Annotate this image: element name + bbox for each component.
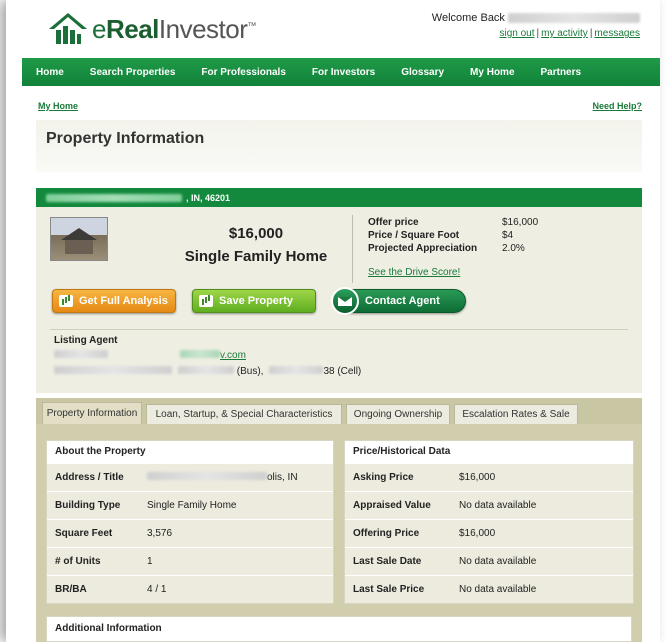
- offer-row: Price / Square Foot $4: [368, 230, 514, 241]
- table-row: Last Sale Price No data available: [345, 575, 633, 603]
- breadcrumb-my-home[interactable]: My Home: [38, 101, 78, 111]
- logo[interactable]: eRealInvestor™: [48, 12, 256, 46]
- cell-label: 38 (Cell): [323, 366, 362, 377]
- table-row: Square Feet 3,576: [47, 519, 333, 547]
- table-row: Offering Price $16,000: [345, 519, 633, 547]
- get-full-analysis-button[interactable]: Get Full Analysis: [52, 289, 176, 313]
- nav-for-investors[interactable]: For Investors: [299, 67, 388, 78]
- user-links: sign out | my activity | messages: [499, 28, 641, 39]
- nav-search-properties[interactable]: Search Properties: [77, 67, 189, 78]
- page: eRealInvestor™ Welcome Back sign out | my …: [6, 0, 660, 642]
- nav-my-home[interactable]: My Home: [457, 67, 527, 78]
- agent-name-email: v.com: [54, 350, 246, 361]
- address-redacted: [46, 193, 182, 202]
- property-summary: $16,000 Single Family Home Offer price $1…: [36, 207, 642, 393]
- logo-wordmark: eRealInvestor™: [92, 13, 256, 44]
- messages-link[interactable]: messages: [594, 28, 640, 39]
- bus-phone-redacted: [178, 366, 234, 374]
- card-heading: Price/Historical Data: [345, 441, 633, 463]
- sign-out-link[interactable]: sign out: [500, 28, 535, 39]
- title-box: Property Information: [36, 120, 642, 172]
- table-row: BR/BA 4 / 1: [47, 575, 333, 603]
- listing-agent-heading: Listing Agent: [54, 335, 118, 346]
- address-bar: , IN, 46201: [36, 188, 642, 207]
- about-property-card: About the Property Address / Title olis, …: [46, 440, 334, 604]
- user-email-redacted: [508, 13, 640, 24]
- table-row: Appraised Value No data available: [345, 491, 633, 519]
- table-row: Address / Title olis, IN: [47, 463, 333, 491]
- divider: [352, 215, 353, 283]
- page-title: Property Information: [46, 130, 205, 147]
- property-photo[interactable]: [50, 217, 108, 261]
- listing-price: $16,000: [228, 225, 284, 242]
- nav-partners[interactable]: Partners: [528, 67, 595, 78]
- table-row: # of Units 1: [47, 547, 333, 575]
- tab-escalation-rates[interactable]: Escalation Rates & Sale: [454, 404, 578, 424]
- divider: [50, 329, 628, 330]
- cell-phone-redacted: [269, 366, 324, 374]
- offer-row: Offer price $16,000: [368, 217, 539, 228]
- my-activity-link[interactable]: my activity: [541, 28, 588, 39]
- address-suffix: , IN, 46201: [186, 192, 231, 203]
- agent-name-redacted: [54, 350, 108, 358]
- envelope-icon: [331, 287, 359, 315]
- table-row: Asking Price $16,000: [345, 463, 633, 491]
- offer-row: Projected Appreciation 2.0%: [368, 243, 525, 254]
- nav-home[interactable]: Home: [22, 67, 77, 78]
- nav-glossary[interactable]: Glossary: [388, 67, 457, 78]
- need-help-link[interactable]: Need Help?: [592, 101, 642, 111]
- tab-property-information[interactable]: Property Information: [42, 402, 142, 424]
- card-heading: About the Property: [47, 441, 333, 463]
- chart-icon: [59, 295, 73, 307]
- price-history-card: Price/Historical Data Asking Price $16,00…: [344, 440, 634, 604]
- main-nav: Home Search Properties For Professionals…: [22, 58, 660, 86]
- agent-email-redacted: [180, 350, 220, 358]
- nav-for-professionals[interactable]: For Professionals: [188, 67, 298, 78]
- tab-ongoing-ownership[interactable]: Ongoing Ownership: [346, 404, 450, 424]
- welcome-text: Welcome Back: [431, 12, 505, 24]
- details-tabs: Property Information Loan, Startup, & Sp…: [36, 398, 642, 642]
- property-type: Single Family Home: [184, 248, 328, 265]
- chart-icon: [199, 295, 213, 307]
- house-logo-icon: [49, 13, 87, 44]
- table-row: Building Type Single Family Home: [47, 491, 333, 519]
- contact-agent-button[interactable]: Contact Agent: [331, 287, 466, 315]
- address-redacted: [147, 472, 267, 480]
- agent-contact-line: (Bus), 38 (Cell): [54, 366, 361, 377]
- agent-email-link[interactable]: v.com: [220, 350, 246, 361]
- tab-panel: About the Property Address / Title olis, …: [36, 424, 642, 642]
- additional-information-heading: Additional Information: [46, 616, 632, 642]
- table-row: Last Sale Date No data available: [345, 547, 633, 575]
- save-property-button[interactable]: Save Property: [192, 289, 316, 313]
- drive-score-link[interactable]: See the Drive Score!: [368, 267, 460, 278]
- tab-loan-startup[interactable]: Loan, Startup, & Special Characteristics: [146, 404, 342, 424]
- offer-table: Offer price $16,000 Price / Square Foot $4…: [368, 217, 538, 256]
- agent-office-redacted: [54, 366, 172, 374]
- bus-label: (Bus),: [236, 366, 264, 377]
- welcome-area: Welcome Back sign out | my activity | messag…: [432, 12, 640, 39]
